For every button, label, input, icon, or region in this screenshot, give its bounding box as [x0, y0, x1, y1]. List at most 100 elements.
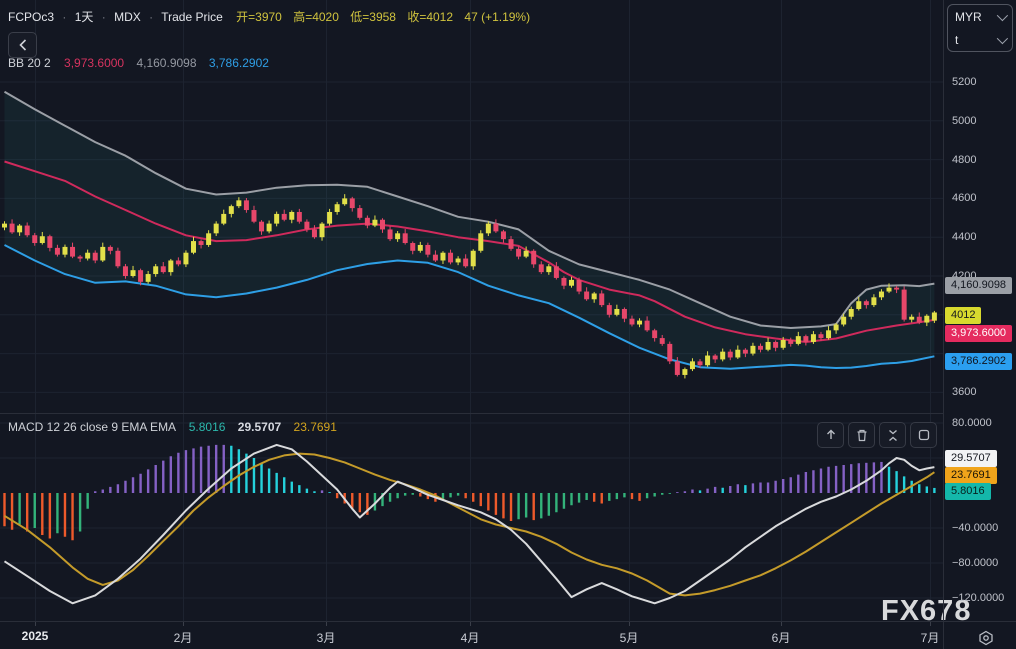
candle-body [901, 289, 907, 320]
high-value: 高=4020 [293, 10, 339, 24]
macd-title[interactable]: MACD 12 26 close 9 EMA EMA [8, 420, 175, 434]
candle-body [380, 219, 385, 230]
candle-body [848, 308, 854, 317]
price-pane: FCPOc3 · 1天 · MDX · Trade Price 开=3970 高… [0, 0, 943, 413]
candle-body [863, 301, 869, 306]
candle-body [432, 254, 438, 261]
time-tick [629, 622, 630, 626]
candle-body [523, 250, 529, 257]
candle-body [894, 287, 900, 290]
candle-body [773, 341, 779, 348]
price-axis[interactable]: MYR t 5200 5000 4800 4600 4400 4200 3600 80.000… [943, 0, 1016, 649]
candle-body [871, 297, 877, 306]
candle-body [727, 351, 733, 358]
symbol-legend[interactable]: FCPOc3 · 1天 · MDX · Trade Price 开=3970 高… [8, 8, 538, 25]
candle-body [569, 279, 574, 286]
macd-chart-canvas[interactable] [0, 414, 943, 621]
candle-body [531, 250, 537, 265]
open-value: 开=3970 [236, 10, 282, 24]
candle-body [546, 266, 552, 273]
pane-toolbar [817, 422, 937, 448]
delete-pane-button[interactable] [848, 422, 875, 448]
candle-body [364, 217, 370, 226]
candle-body [916, 316, 922, 323]
macd-tick: −80.0000 [952, 557, 999, 569]
bb-middle-value: 3,973.6000 [64, 56, 125, 70]
candle-body [750, 345, 756, 354]
candle-body [470, 250, 476, 267]
candle-body [372, 219, 378, 226]
candle-body [463, 258, 469, 267]
separator: · [101, 10, 106, 24]
macd-value-label: 29.5707 [945, 449, 997, 467]
candle-body [765, 341, 771, 350]
collapse-icon [888, 429, 897, 441]
time-axis-label: 5月 [619, 631, 639, 645]
candle-body [697, 361, 703, 366]
axis-unit-box: MYR t [947, 4, 1013, 52]
candle-body [145, 274, 151, 282]
macd-value-label: 23.7691 [945, 466, 997, 484]
candle-body [39, 236, 45, 244]
maximize-pane-button[interactable] [910, 422, 937, 448]
macd-signal-value: 23.7691 [293, 420, 337, 434]
candle-body [478, 233, 484, 251]
candle-body [251, 210, 257, 222]
settings-icon[interactable] [976, 630, 996, 646]
candle-body [637, 320, 643, 325]
unit-value: t [955, 32, 959, 47]
candle-body [281, 213, 287, 220]
candle-body [32, 235, 38, 244]
price-tick: 4800 [952, 153, 977, 166]
low-value: 低=3958 [350, 10, 396, 24]
bb-title[interactable]: BB 20 2 [8, 56, 51, 70]
candle-body [758, 345, 763, 350]
time-tick [470, 622, 471, 626]
candle-body [493, 223, 499, 232]
candle-body [274, 213, 280, 224]
move-pane-up-button[interactable] [817, 422, 844, 448]
currency-select[interactable]: MYR [948, 5, 1012, 28]
back-button[interactable] [8, 32, 37, 58]
time-axis-label: 3月 [316, 631, 336, 645]
candle-body [168, 260, 174, 273]
candle-body [327, 211, 333, 224]
candle-body [931, 312, 937, 321]
time-axis[interactable]: 2025 2月 3月 4月 5月 6月 7月 [0, 621, 1016, 649]
close-value: 收=4012 [407, 10, 454, 24]
macd-value-label: 5.8016 [945, 483, 991, 501]
candle-body [107, 246, 113, 251]
chevron-down-icon [996, 32, 1009, 44]
candle-body [100, 246, 106, 261]
macd-tick: 80.0000 [952, 417, 992, 429]
candle-body [395, 233, 401, 240]
chevron-down-icon [996, 9, 1009, 21]
candle-body [296, 211, 302, 222]
candle-body [47, 236, 53, 248]
candle-body [115, 250, 121, 267]
candle-body [621, 308, 627, 319]
candle-body [349, 198, 355, 209]
candle-body [652, 330, 658, 339]
candle-body [712, 355, 718, 360]
symbol-name[interactable]: FCPOc3 [8, 10, 54, 24]
candle-body [856, 301, 862, 309]
candle-body [516, 248, 522, 257]
macd-indicator-legend[interactable]: MACD 12 26 close 9 EMA EMA 5.8016 29.570… [8, 420, 346, 434]
candle-body [24, 225, 30, 236]
candle-body [485, 223, 491, 234]
bb-indicator-legend[interactable]: BB 20 2 3,973.6000 4,160.9098 3,786.2902 [8, 56, 278, 70]
candle-body [841, 316, 847, 325]
ohlc-values: 开=3970 高=4020 低=3958 收=4012 47 (+1.19%) [236, 10, 538, 24]
candle-body [228, 206, 234, 214]
price-tick: 4600 [952, 192, 977, 205]
unit-select[interactable]: t [948, 28, 1012, 51]
collapse-pane-button[interactable] [879, 422, 906, 448]
macd-pane: MACD 12 26 close 9 EMA EMA 5.8016 29.570… [0, 413, 943, 621]
candle-body [538, 264, 544, 273]
candle-body [122, 266, 128, 276]
price-label: 3,973.6000 [945, 325, 1013, 343]
candle-body [689, 361, 695, 370]
candle-body [311, 229, 317, 238]
interval-label[interactable]: 1天 [75, 10, 94, 24]
